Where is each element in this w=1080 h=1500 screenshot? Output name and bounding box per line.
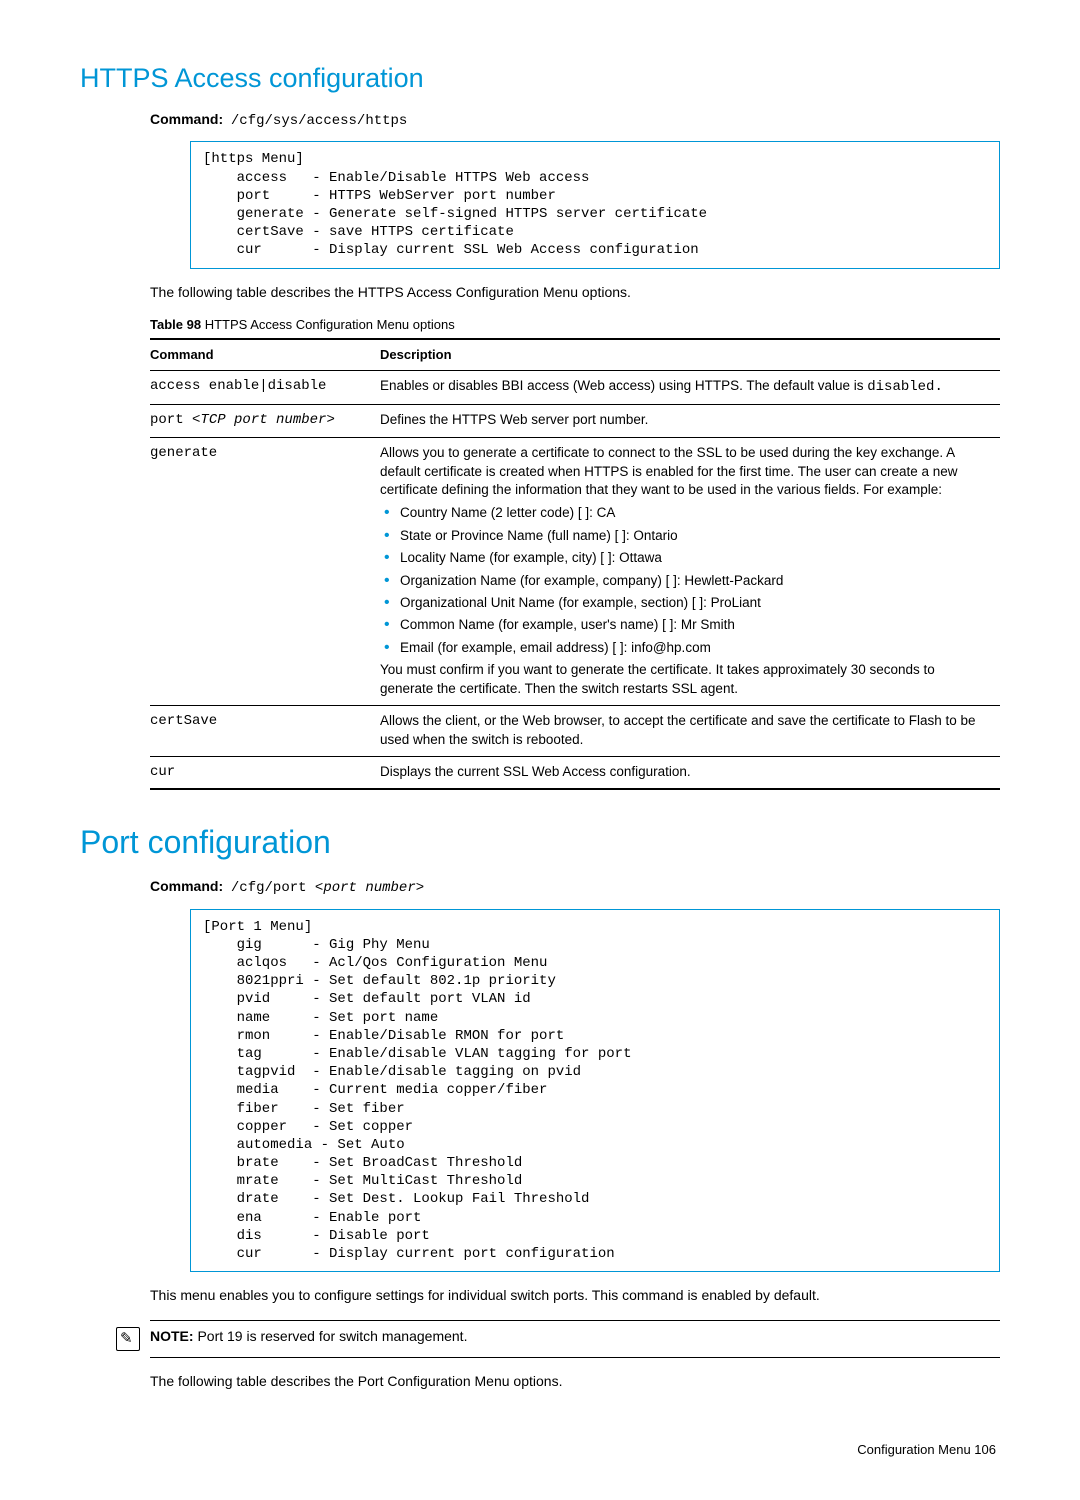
command-label: Command: [150, 878, 223, 894]
page-footer: Configuration Menu 106 [80, 1441, 1000, 1459]
cmd-cell: access enable|disable [150, 371, 380, 405]
port-config-heading: Port configuration [80, 820, 1000, 865]
port-intro-text: This menu enables you to configure setti… [150, 1286, 1000, 1306]
note-text: Port 19 is reserved for switch managemen… [197, 1328, 467, 1344]
port-command-line: Command: /cfg/port <port number> [150, 877, 1000, 899]
https-intro-text: The following table describes the HTTPS … [150, 283, 1000, 303]
desc-cell: Defines the HTTPS Web server port number… [380, 405, 1000, 438]
col-description: Description [380, 339, 1000, 371]
desc-cell: Allows the client, or the Web browser, t… [380, 705, 1000, 756]
table98-caption: Table 98 HTTPS Access Configuration Menu… [150, 316, 1000, 334]
desc-cell: Allows you to generate a certificate to … [380, 437, 1000, 705]
https-command-value: /cfg/sys/access/https [231, 113, 407, 129]
https-access-heading: HTTPS Access configuration [80, 60, 1000, 98]
note-block: NOTE: Port 19 is reserved for switch man… [150, 1320, 1000, 1358]
command-label: Command: [150, 111, 223, 127]
cert-fields-list: Country Name (2 letter code) [ ]: CA Sta… [380, 502, 990, 659]
https-command-line: Command: /cfg/sys/access/https [150, 110, 1000, 132]
table-row: generate Allows you to generate a certif… [150, 437, 1000, 705]
https-options-table: Command Description access enable|disabl… [150, 338, 1000, 790]
cmd-cell: port <TCP port number> [150, 405, 380, 438]
table98-number: Table 98 [150, 317, 201, 332]
table-row: port <TCP port number> Defines the HTTPS… [150, 405, 1000, 438]
note-icon [116, 1327, 140, 1351]
list-item: Organizational Unit Name (for example, s… [400, 592, 990, 614]
cmd-cell: cur [150, 756, 380, 789]
table-row: cur Displays the current SSL Web Access … [150, 756, 1000, 789]
note-label: NOTE: [150, 1328, 194, 1344]
table-row: certSave Allows the client, or the Web b… [150, 705, 1000, 756]
https-menu-box: [https Menu] access - Enable/Disable HTT… [190, 141, 1000, 268]
col-command: Command [150, 339, 380, 371]
port-outro-text: The following table describes the Port C… [150, 1372, 1000, 1392]
list-item: Common Name (for example, user's name) [… [400, 614, 990, 636]
table98-title: HTTPS Access Configuration Menu options [205, 317, 455, 332]
cmd-cell: generate [150, 437, 380, 705]
list-item: Organization Name (for example, company)… [400, 570, 990, 592]
list-item: State or Province Name (full name) [ ]: … [400, 525, 990, 547]
table-row: access enable|disable Enables or disable… [150, 371, 1000, 405]
list-item: Email (for example, email address) [ ]: … [400, 637, 990, 659]
list-item: Country Name (2 letter code) [ ]: CA [400, 502, 990, 524]
list-item: Locality Name (for example, city) [ ]: O… [400, 547, 990, 569]
port-command-value: /cfg/port <port number> [231, 880, 424, 896]
port-menu-box: [Port 1 Menu] gig - Gig Phy Menu aclqos … [190, 909, 1000, 1273]
desc-cell: Enables or disables BBI access (Web acce… [380, 371, 1000, 405]
cmd-cell: certSave [150, 705, 380, 756]
desc-cell: Displays the current SSL Web Access conf… [380, 756, 1000, 789]
